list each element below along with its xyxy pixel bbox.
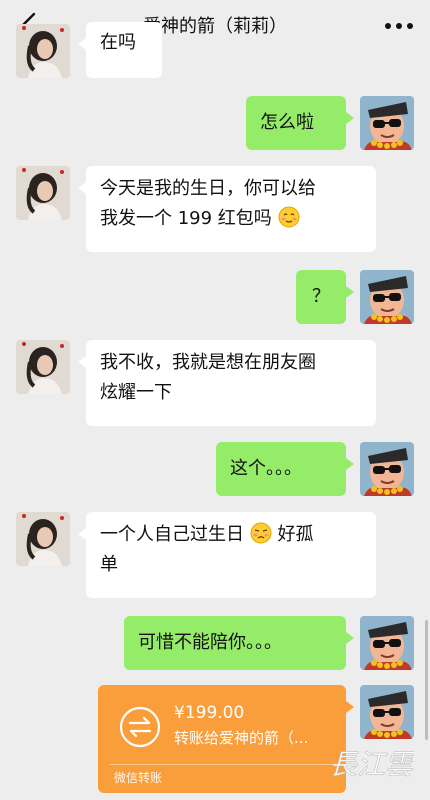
message-text: 怎么啦 [260,112,314,133]
message-bubble-received[interactable]: 今天是我的生日，你可以给 我发一个 199 红包吗 [78,166,376,252]
my-avatar[interactable] [360,270,414,324]
message-bubble-received[interactable]: 在吗 [78,22,162,78]
message-text-line: 一个人自己过生日 好孤 [100,520,362,550]
message-text-line: 我不收，我就是想在朋友圈 [100,352,316,373]
message-text-line: 单 [100,554,118,575]
message-text-line: 我发一个 199 红包吗 [100,204,362,234]
message-bubble-sent[interactable]: 怎么啦 [246,96,354,150]
transfer-amount: ¥199.00 [174,703,245,723]
svg-text:長江雲: 長江雲 [329,748,414,781]
contact-avatar[interactable] [16,512,70,566]
contact-avatar[interactable] [16,24,70,78]
message-text: 好孤 [277,524,314,545]
my-avatar[interactable] [360,442,414,496]
message-bubble-sent[interactable]: 可惜不能陪你。。。 [124,616,354,670]
contact-avatar[interactable] [16,340,70,394]
message-text-line: 今天是我的生日，你可以给 [100,178,316,199]
message-text: 可惜不能陪你。。。 [138,632,282,653]
smiling-blush-emoji-icon [278,206,300,228]
divider [110,764,334,765]
message-text: 我发一个 199 红包吗 [100,208,272,229]
message-text-line: 炫耀一下 [100,382,172,403]
my-avatar[interactable] [360,616,414,670]
sad-face-emoji-icon [250,522,272,544]
watermark-logo: 長江雲 [329,748,414,782]
message-bubble-received[interactable]: 我不收，我就是想在朋友圈 炫耀一下 [78,340,376,426]
more-dots-icon [385,23,413,29]
message-text: 这个。。。 [230,458,302,479]
message-text: 一个人自己过生日 [100,524,244,545]
scrollbar[interactable] [425,620,428,740]
message-text: 在吗 [100,32,136,53]
transfer-footer: 微信转账 [114,771,163,785]
message-bubble-sent[interactable]: ？ [296,270,354,324]
transfer-description: 转账给爱神的箭（... [174,729,309,747]
transfer-icon [119,706,161,748]
more-button[interactable] [384,13,414,39]
message-bubble-sent[interactable]: 这个。。。 [216,442,354,496]
contact-avatar[interactable] [16,166,70,220]
my-avatar[interactable] [360,96,414,150]
message-text: ？ [312,286,330,307]
my-avatar[interactable] [360,685,414,739]
message-bubble-received[interactable]: 一个人自己过生日 好孤 单 [78,512,376,598]
money-transfer-card[interactable]: ¥199.00 转账给爱神的箭（... 微信转账 [98,685,354,793]
